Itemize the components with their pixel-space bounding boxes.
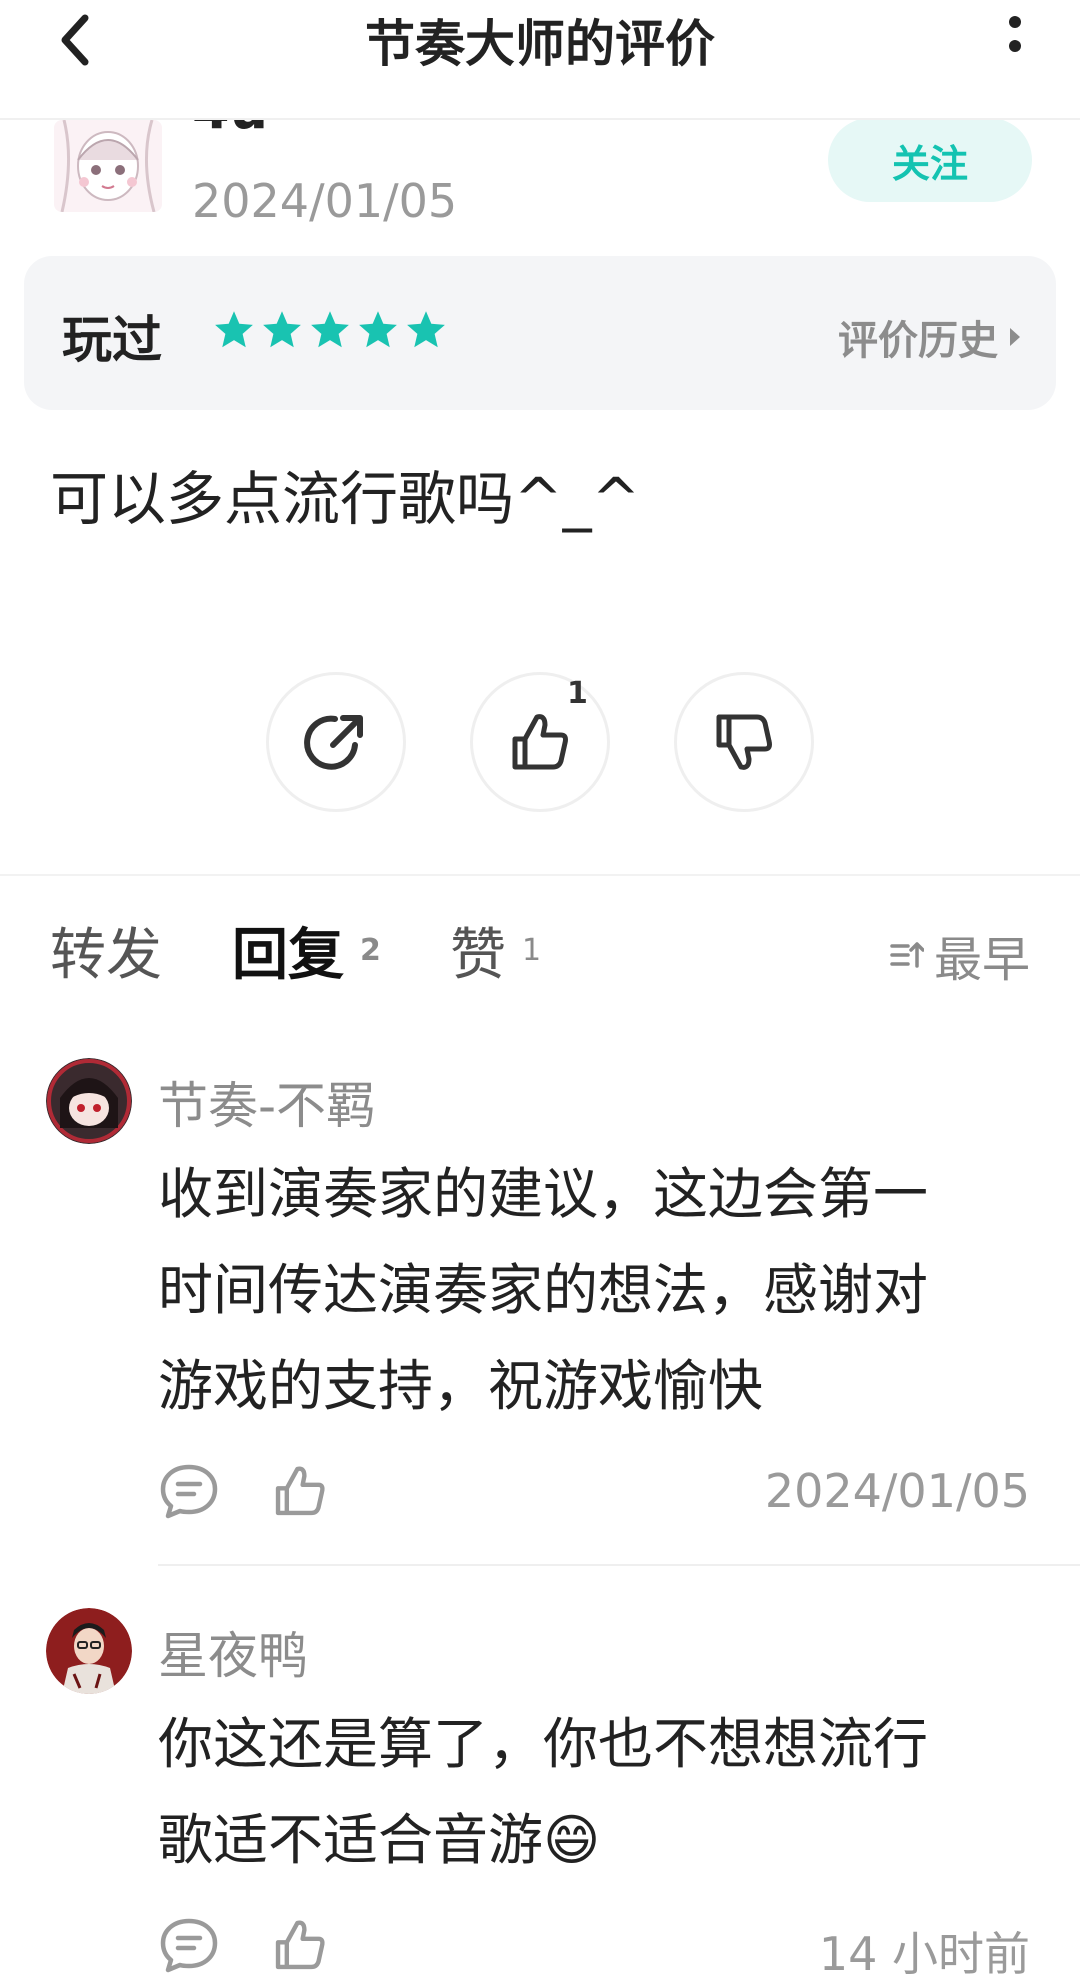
reply-time: 14 小时前 xyxy=(818,1927,1030,1980)
tab-like-count: 1 xyxy=(522,933,542,968)
reply-text-line: 时间传达演奏家的想法，感谢对 xyxy=(158,1258,929,1322)
author-date: 2024/01/05 xyxy=(192,174,458,228)
star-icon xyxy=(215,311,253,348)
reply-actions xyxy=(158,1916,330,1974)
rating-card: 玩过 评价历史 xyxy=(24,256,1056,410)
reply-divider xyxy=(158,1564,1080,1566)
share-button[interactable] xyxy=(266,672,406,812)
avatar[interactable] xyxy=(46,1608,132,1694)
tab-reply[interactable]: 回复 2 xyxy=(232,910,574,991)
page-title: 节奏大师的评价 xyxy=(365,15,715,73)
like-button[interactable] xyxy=(470,672,610,812)
more-button[interactable] xyxy=(990,4,1040,64)
comment-icon[interactable] xyxy=(158,1916,220,1974)
more-vertical-icon xyxy=(1009,16,1021,52)
tab-like-label: 赞 xyxy=(450,923,506,988)
sort-label: 最早 xyxy=(933,932,1030,988)
follow-button[interactable]: 关注 xyxy=(828,118,1032,202)
top-bar: 节奏大师的评价 xyxy=(0,0,1080,120)
star-icon xyxy=(359,311,397,348)
reply-author[interactable]: 星夜鸭 xyxy=(158,1616,308,1688)
thumbs-up-icon[interactable] xyxy=(270,1916,330,1974)
dislike-button[interactable] xyxy=(674,672,814,812)
tab-like[interactable]: 赞1 xyxy=(450,910,541,991)
reply-time: 2024/01/05 xyxy=(764,1464,1030,1518)
star-icon xyxy=(263,311,301,348)
share-icon xyxy=(304,715,363,770)
section-divider xyxy=(0,874,1080,876)
tab-reply-count: 2 xyxy=(360,933,381,968)
reply-text-line: 收到演奏家的建议，这边会第一 xyxy=(158,1162,929,1226)
reply-actions xyxy=(158,1462,330,1520)
comment-icon[interactable] xyxy=(158,1462,220,1520)
reply-text-line: 歌适不适合音游😄 xyxy=(158,1808,601,1872)
like-count: 1 xyxy=(567,676,588,711)
thumbs-up-icon[interactable] xyxy=(270,1462,330,1520)
caret-right-icon xyxy=(1010,328,1020,346)
avatar[interactable] xyxy=(46,1058,132,1144)
reply-text-line: 你这还是算了，你也不想想流行 xyxy=(158,1712,929,1776)
review-text: 可以多点流行歌吗^_^ xyxy=(50,465,641,533)
review-history-link[interactable]: 评价历史 xyxy=(838,308,1022,366)
star-icon xyxy=(407,311,445,348)
reply-text-line: 游戏的支持，祝游戏愉快 xyxy=(158,1354,764,1418)
tab-forward-label: 转发 xyxy=(50,923,162,988)
reply-text: 收到演奏家的建议，这边会第一 时间传达演奏家的想法，感谢对 游戏的支持，祝游戏愉… xyxy=(158,1146,1038,1434)
thumbs-up-icon xyxy=(512,714,568,770)
played-label: 玩过 xyxy=(62,311,162,369)
sort-icon xyxy=(890,942,924,968)
review-history-label: 评价历史 xyxy=(838,318,998,364)
rating-stars xyxy=(212,308,448,352)
reply-author[interactable]: 节奏-不羁 xyxy=(158,1066,376,1138)
tab-reply-label: 回复 xyxy=(232,923,344,988)
star-icon xyxy=(311,311,349,348)
author-avatar[interactable] xyxy=(54,120,162,212)
tab-forward[interactable]: 转发 xyxy=(50,910,162,991)
tab-bar: 转发 回复 2 赞1 最早 xyxy=(0,910,1080,1030)
reply-text: 你这还是算了，你也不想想流行 歌适不适合音游😄 xyxy=(158,1696,1038,1888)
thumbs-down-icon xyxy=(716,714,772,770)
sort-button[interactable]: 最早 xyxy=(890,920,1030,990)
